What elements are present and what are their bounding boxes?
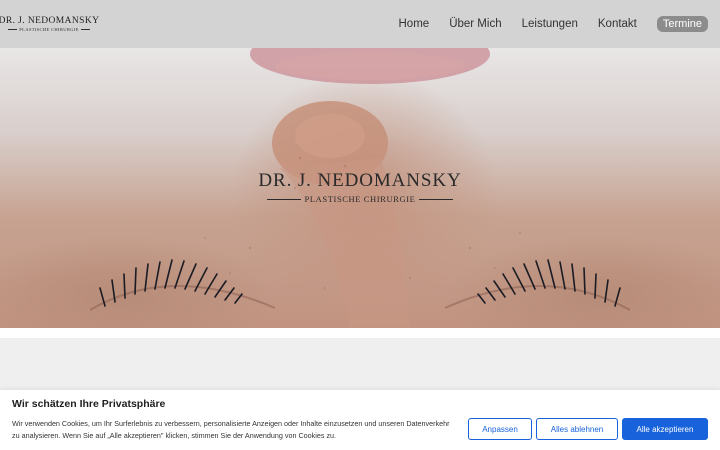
nav-kontakt[interactable]: Kontakt <box>598 18 637 30</box>
content-section <box>0 338 720 390</box>
nav-leistungen[interactable]: Leistungen <box>522 18 578 30</box>
logo-title: DR. J. NEDOMANSKY <box>0 16 100 26</box>
reject-all-button[interactable]: Alles ablehnen <box>536 418 618 440</box>
accept-all-button[interactable]: Alle akzeptieren <box>622 418 708 440</box>
site-logo[interactable]: DR. J. NEDOMANSKY PLASTISCHE CHIRURGIE <box>0 16 99 32</box>
hero-title: DR. J. NEDOMANSKY <box>258 170 462 191</box>
logo-rule-left <box>8 29 18 30</box>
section-spacer <box>0 328 720 338</box>
hero-subtitle-row: PLASTISCHE CHIRURGIE <box>267 194 453 204</box>
nav-ueber-mich[interactable]: Über Mich <box>449 18 501 30</box>
hero-rule-right <box>419 198 453 200</box>
cookie-consent-banner: Wir schätzen Ihre Privatsphäre Wir verwe… <box>0 390 720 450</box>
termine-button[interactable]: Termine <box>656 16 708 32</box>
cookie-description: Wir verwenden Cookies, um Ihr Surferlebn… <box>12 419 450 440</box>
main-nav: Home Über Mich Leistungen Kontakt Termin… <box>379 16 708 32</box>
cookie-title: Wir schätzen Ihre Privatsphäre <box>12 398 166 410</box>
logo-rule-right <box>80 29 91 30</box>
logo-subtitle-row: PLASTISCHE CHIRURGIE <box>8 27 91 32</box>
hero-subtitle: PLASTISCHE CHIRURGIE <box>304 194 416 204</box>
nav-home[interactable]: Home <box>399 18 430 30</box>
hero-logo: DR. J. NEDOMANSKY PLASTISCHE CHIRURGIE <box>0 170 720 204</box>
site-header: DR. J. NEDOMANSKY PLASTISCHE CHIRURGIE H… <box>0 0 720 48</box>
logo-subtitle: PLASTISCHE CHIRURGIE <box>19 27 79 32</box>
customize-button[interactable]: Anpassen <box>468 418 532 440</box>
hero-banner: DR. J. NEDOMANSKY PLASTISCHE CHIRURGIE <box>0 48 720 328</box>
hero-rule-left <box>267 198 301 200</box>
